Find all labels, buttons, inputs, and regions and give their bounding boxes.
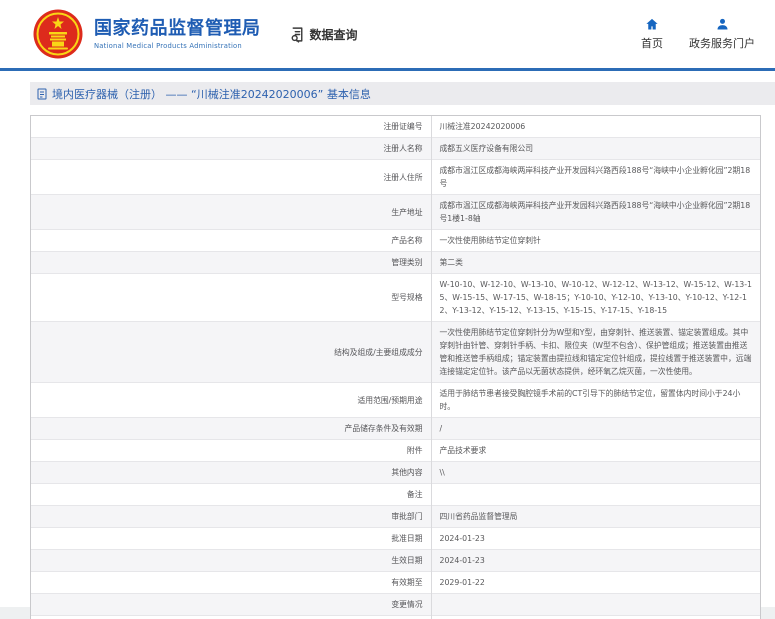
row-value: 四川省药品监督管理局 — [439, 512, 518, 521]
row-label: 型号规格 — [31, 273, 432, 322]
table-row: 型号规格 W-10-10、W-12-10、W-13-10、W-10-12、W-12… — [31, 273, 760, 322]
row-label: 产品名称 — [31, 229, 432, 252]
row-value: 2029-01-22 — [439, 578, 485, 587]
table-row: 生产地址 成都市温江区成都海峡两岸科技产业开发园科兴路西段188号“海峡中小企业孵… — [31, 194, 760, 230]
nav-home[interactable]: 首页 — [641, 17, 663, 51]
row-label: 注册人住所 — [31, 159, 432, 195]
row-value: 详情 — [431, 616, 760, 619]
row-value: 一次性使用肺结节定位穿刺针 — [439, 236, 541, 245]
row-value — [431, 594, 760, 616]
row-value: 成都五义医疗设备有限公司 — [439, 144, 534, 153]
row-label: 生效日期 — [31, 549, 432, 572]
brand-title: 国家药品监督管理局 — [94, 18, 261, 39]
row-value: 适用于肺结节患者接受胸腔镜手术前的CT引导下的肺结节定位，留置体内时间小于24小… — [439, 389, 741, 411]
row-label: 备注 — [31, 483, 432, 506]
row-label: 有效期至 — [31, 571, 432, 594]
row-label: 注 — [31, 615, 432, 619]
row-value: 成都市温江区成都海峡两岸科技产业开发园科兴路西段188号“海峡中小企业孵化园”2… — [439, 201, 751, 223]
row-label: 其他内容 — [31, 461, 432, 484]
table-row: 备注 — [31, 483, 760, 506]
nav-home-label: 首页 — [641, 37, 663, 50]
nav-portal-label: 政务服务门户 — [689, 37, 755, 50]
row-value: 第二类 — [439, 258, 463, 267]
page-title: 境内医疗器械（注册） —— “川械注准20242020006” 基本信息 — [52, 87, 371, 101]
page-title-bar: 境内医疗器械（注册） —— “川械注准20242020006” 基本信息 — [30, 82, 775, 105]
header-divider — [0, 68, 775, 71]
row-value: \\ — [439, 468, 445, 477]
table-row: 批准日期 2024-01-23 — [31, 527, 760, 550]
row-label: 附件 — [31, 439, 432, 462]
registration-table: 注册证编号 川械注准20242020006 注册人名称 成都五义医疗设备有限公司 注册人… — [30, 115, 761, 619]
table-row: 产品储存条件及有效期 / — [31, 417, 760, 440]
row-label: 管理类别 — [31, 251, 432, 274]
top-navigation: 首页 政务服务门户 — [641, 17, 755, 51]
row-label: 结构及组成/主要组成成分 — [31, 321, 432, 383]
table-row: 产品名称 一次性使用肺结节定位穿刺针 — [31, 229, 760, 252]
table-row: 变更情况 — [31, 593, 760, 616]
row-label: 注册人名称 — [31, 137, 432, 160]
row-label: 变更情况 — [31, 593, 432, 616]
app-header: 国家药品监督管理局 National Medical Products Admi… — [0, 0, 775, 68]
table-row: 生效日期 2024-01-23 — [31, 549, 760, 572]
brand-logo[interactable]: 国家药品监督管理局 National Medical Products Admi… — [33, 9, 261, 59]
table-row: 注册人住所 成都市温江区成都海峡两岸科技产业开发园科兴路西段188号“海峡中小企业… — [31, 159, 760, 195]
row-value: 2024-01-23 — [439, 556, 485, 565]
home-icon — [644, 17, 660, 32]
row-label: 产品储存条件及有效期 — [31, 417, 432, 440]
nav-portal[interactable]: 政务服务门户 — [689, 17, 755, 51]
national-emblem-icon — [33, 9, 83, 59]
table-row: 结构及组成/主要组成成分 一次性使用肺结节定位穿刺针分为W型和Y型，由穿刺针、推送… — [31, 321, 760, 383]
table-row: 有效期至 2029-01-22 — [31, 571, 760, 594]
data-query-label: 数据查询 — [309, 27, 358, 42]
table-row: 适用范围/预期用途 适用于肺结节患者接受胸腔镜手术前的CT引导下的肺结节定位，留置… — [31, 382, 760, 418]
table-row: 注册人名称 成都五义医疗设备有限公司 — [31, 137, 760, 160]
row-label: 注册证编号 — [31, 116, 432, 138]
row-value: W-10-10、W-12-10、W-13-10、W-10-12、W-12-12、… — [439, 280, 753, 315]
row-label: 审批部门 — [31, 505, 432, 528]
table-row: 管理类别 第二类 — [31, 251, 760, 274]
row-value: 产品技术要求 — [439, 446, 487, 455]
table-row: 审批部门 四川省药品监督管理局 — [31, 505, 760, 528]
row-value: 成都市温江区成都海峡两岸科技产业开发园科兴路西段188号“海峡中小企业孵化园”2… — [439, 166, 751, 188]
table-row: 附件 产品技术要求 — [31, 439, 760, 462]
table-row: 其他内容 \\ — [31, 461, 760, 484]
row-label: 批准日期 — [31, 527, 432, 550]
doc-search-icon — [289, 26, 306, 43]
row-value: / — [439, 424, 443, 433]
row-label: 适用范围/预期用途 — [31, 382, 432, 418]
row-value: 2024-01-23 — [439, 534, 485, 543]
document-icon — [37, 88, 47, 100]
user-icon — [715, 17, 730, 32]
row-value: 川械注准20242020006 — [439, 122, 526, 131]
table-row: 注册证编号 川械注准20242020006 — [31, 116, 760, 138]
table-row: 注详情 — [31, 615, 760, 619]
row-label: 生产地址 — [31, 194, 432, 230]
data-query-menu[interactable]: 数据查询 — [289, 26, 358, 43]
brand-subtitle: National Medical Products Administration — [94, 42, 242, 50]
row-value: 一次性使用肺结节定位穿刺针分为W型和Y型，由穿刺针、推送装置、锚定装置组成。其中… — [439, 328, 752, 376]
row-value — [431, 484, 760, 506]
